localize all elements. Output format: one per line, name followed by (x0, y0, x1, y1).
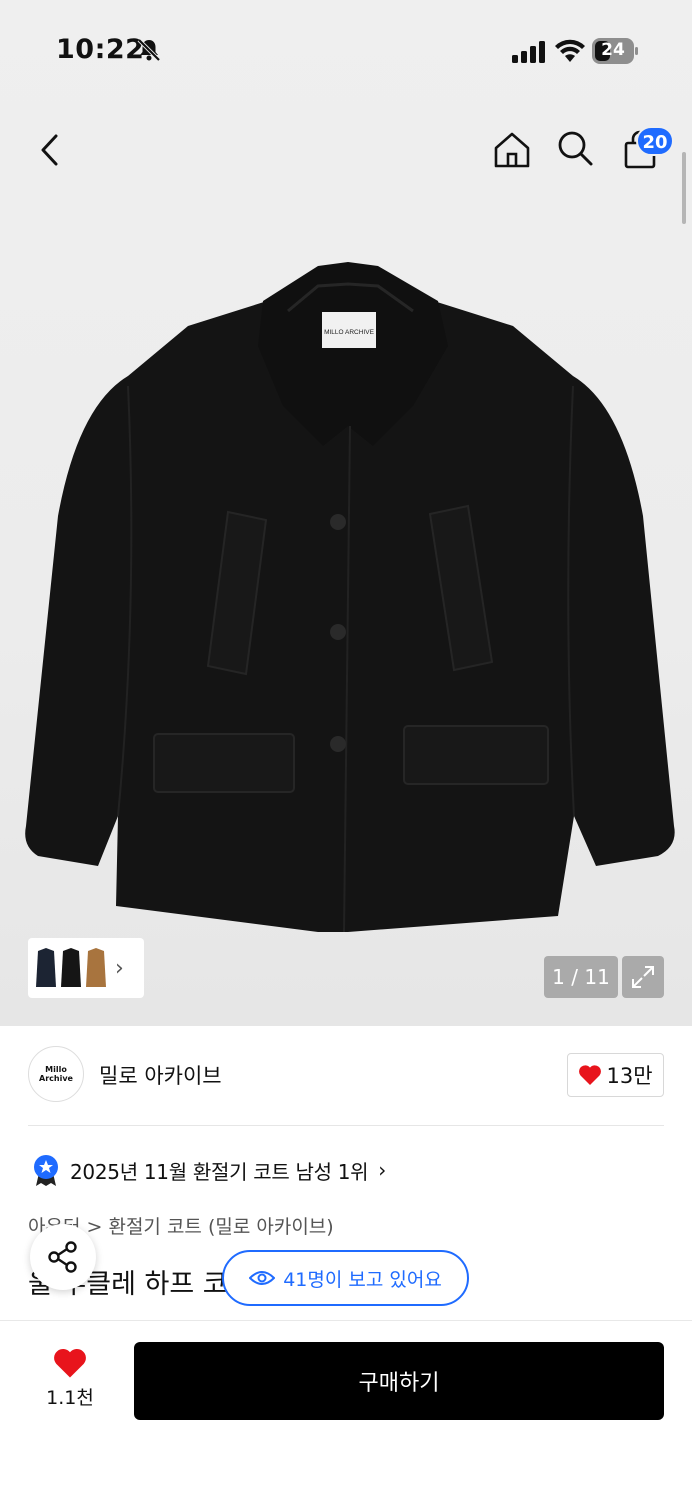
scroll-indicator (682, 152, 686, 224)
expand-image-button[interactable] (622, 956, 664, 998)
battery-level: 24 (601, 40, 625, 60)
search-icon (558, 131, 593, 166)
ranking-banner[interactable]: 2025년 11월 환절기 코트 남성 1위 › (32, 1152, 386, 1188)
breadcrumb-child[interactable]: 환절기 코트 (밀로 아카이브) (108, 1216, 333, 1238)
cellular-signal-icon (512, 41, 545, 63)
brand-name[interactable]: 밀로 아카이브 (99, 1060, 222, 1090)
bell-muted-icon (137, 38, 161, 62)
chevron-right-icon: › (378, 1158, 387, 1182)
status-time: 10:22 (56, 34, 145, 65)
battery-icon: 24 (592, 38, 638, 64)
eye-icon (249, 1271, 276, 1285)
cart-count-badge: 20 (636, 126, 674, 156)
product-image-gallery[interactable]: 10:22 24 20 MILLO ARCHIVE › 1 / 11 (0, 0, 692, 1026)
wishlist-count: 1.1천 (46, 1387, 94, 1409)
wishlist-button[interactable]: 1.1천 (36, 1347, 104, 1417)
chevron-left-icon (41, 134, 58, 166)
bottom-action-bar: 1.1천 구매하기 (0, 1320, 692, 1500)
search-button[interactable] (551, 124, 599, 172)
expand-icon (632, 966, 654, 988)
breadcrumb-separator: > (86, 1216, 103, 1238)
brand-logo[interactable]: Millo Archive (28, 1046, 84, 1102)
status-bar: 10:22 24 (0, 0, 692, 100)
home-icon (494, 132, 530, 168)
chevron-right-icon: › (115, 955, 124, 981)
image-counter: 1 / 11 (544, 956, 618, 998)
brand-like-count: 13만 (606, 1064, 653, 1088)
product-photo-jacket: MILLO ARCHIVE (25, 262, 675, 933)
live-viewers-text: 41명이 보고 있어요 (283, 1268, 442, 1291)
brand-row: Millo Archive 밀로 아카이브 13만 (28, 1046, 664, 1104)
back-button[interactable] (26, 126, 74, 174)
brand-like-button[interactable]: 13만 (567, 1053, 664, 1097)
divider (28, 1125, 664, 1126)
heart-icon (579, 1065, 602, 1085)
ranking-badge-icon (34, 1155, 58, 1186)
thumbnail-navy (36, 948, 56, 987)
buy-button[interactable]: 구매하기 (134, 1342, 664, 1420)
garment-label-text: MILLO ARCHIVE (324, 329, 375, 336)
share-button[interactable] (30, 1224, 96, 1290)
thumbnail-camel (86, 948, 106, 987)
ranking-text: 2025년 11월 환절기 코트 남성 1위 (70, 1159, 369, 1184)
thumbnail-black (61, 948, 81, 987)
heart-icon (54, 1348, 86, 1378)
color-thumbnail-strip[interactable]: › (28, 938, 144, 998)
wifi-icon (555, 39, 585, 62)
home-button[interactable] (488, 126, 536, 174)
top-navigation (0, 118, 692, 182)
live-viewers-pill: 41명이 보고 있어요 (222, 1250, 469, 1306)
share-icon (48, 1241, 77, 1273)
